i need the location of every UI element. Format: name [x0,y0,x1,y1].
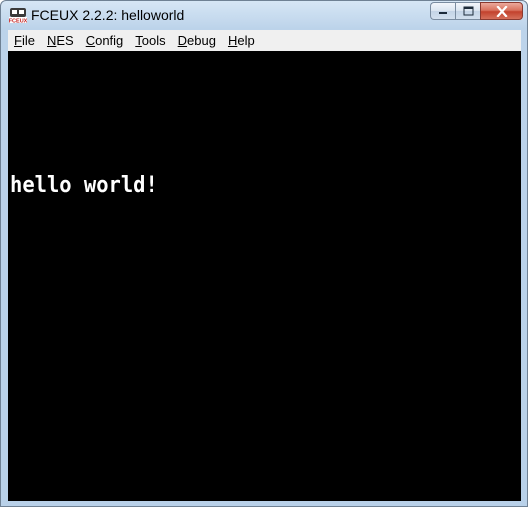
menu-config[interactable]: Config [80,30,130,51]
svg-text:FCEUX: FCEUX [9,19,27,25]
emulator-window: FCEUX FCEUX 2.2.2: helloworld File NES C… [0,0,528,507]
menu-bar: File NES Config Tools Debug Help [8,30,521,51]
close-button[interactable] [480,2,523,20]
maximize-icon [463,6,473,16]
maximize-button[interactable] [455,2,480,20]
menu-debug[interactable]: Debug [172,30,222,51]
window-controls [430,2,523,21]
window-title: FCEUX 2.2.2: helloworld [31,7,185,23]
close-icon [495,5,508,17]
menu-nes[interactable]: NES [41,30,80,51]
title-bar[interactable]: FCEUX FCEUX 2.2.2: helloworld [1,1,527,29]
menu-tools[interactable]: Tools [129,30,171,51]
menu-file[interactable]: File [8,30,41,51]
minimize-button[interactable] [430,2,455,20]
minimize-icon [439,12,447,14]
game-hello-text: hello world! [10,173,158,198]
fceux-app-icon: FCEUX [9,8,27,25]
game-screen[interactable]: hello world! [8,51,521,501]
menu-help[interactable]: Help [222,30,261,51]
